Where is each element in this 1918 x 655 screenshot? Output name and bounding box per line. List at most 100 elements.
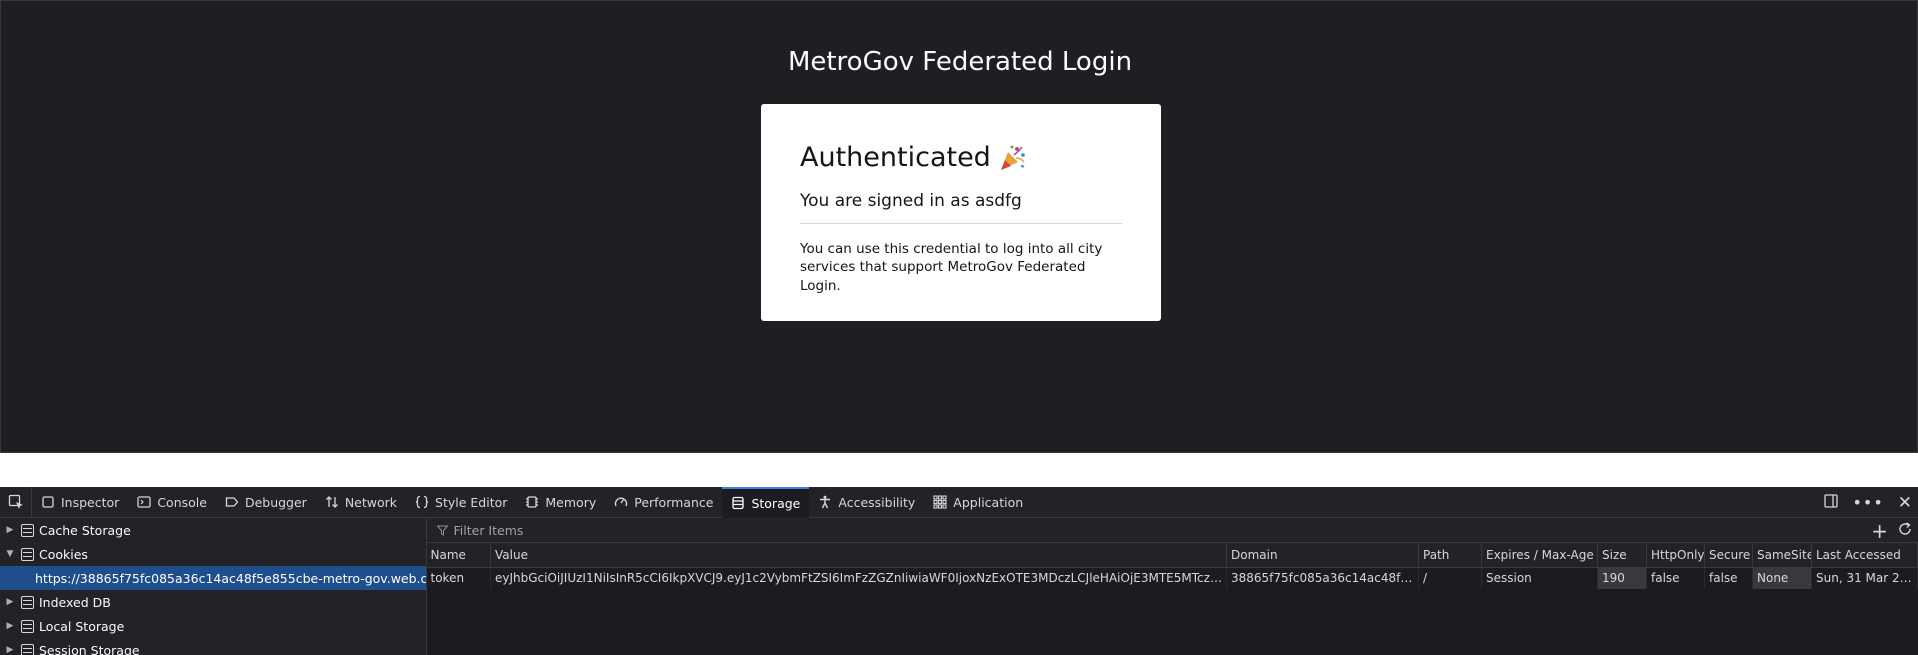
party-popper-icon (997, 143, 1027, 173)
column-header-domain[interactable]: Domain (1226, 543, 1419, 568)
sidebar-item-label: Session Storage (39, 642, 140, 655)
storage-icon (731, 496, 745, 510)
viewport-bottom-strip (0, 453, 1918, 487)
more-options-icon[interactable]: ••• (1852, 493, 1883, 512)
sidebar-item-cache-storage[interactable]: ▶ Cache Storage (0, 518, 426, 542)
sidebar-item-label: Cache Storage (39, 522, 131, 538)
tab-label: Debugger (244, 494, 307, 510)
tab-label: Accessibility (838, 494, 916, 510)
table-row[interactable]: token eyJhbGciOiJIUzI1NiIsInR5cCI6IkpXVC… (426, 567, 1918, 589)
tab-console[interactable]: Console (128, 487, 216, 518)
cell-samesite[interactable]: None (1752, 567, 1812, 589)
cell-last-accessed[interactable]: Sun, 31 Mar 2024 2... (1811, 567, 1918, 589)
application-icon (933, 495, 947, 509)
column-header-httponly[interactable]: HttpOnly (1646, 543, 1705, 568)
tab-label: Console (157, 494, 207, 510)
console-icon (137, 495, 151, 509)
column-header-path[interactable]: Path (1418, 543, 1482, 568)
storage-db-icon (21, 595, 34, 609)
column-header-expires[interactable]: Expires / Max-Age (1481, 543, 1598, 568)
card-divider (800, 223, 1122, 225)
close-devtools-icon[interactable]: ✕ (1898, 493, 1912, 513)
cell-name[interactable]: token (426, 567, 491, 589)
cell-path[interactable]: / (1418, 567, 1482, 589)
cell-secure[interactable]: false (1704, 567, 1753, 589)
tab-style-editor[interactable]: Style Editor (406, 487, 516, 518)
collapse-arrow-icon[interactable]: ▼ (4, 549, 16, 559)
signed-in-text: You are signed in as asdfg (800, 191, 1022, 212)
memory-icon (525, 495, 539, 509)
cookies-table: Name Value Domain Path Expires / Max-Age… (426, 543, 1918, 589)
tab-accessibility[interactable]: Accessibility (809, 487, 924, 518)
expand-arrow-icon[interactable]: ▶ (4, 597, 16, 607)
storage-db-icon (21, 643, 34, 655)
tab-network[interactable]: Network (316, 487, 406, 518)
storage-db-icon (21, 523, 34, 537)
tab-label: Application (953, 494, 1024, 510)
sidebar-item-indexed-db[interactable]: ▶ Indexed DB (0, 590, 426, 614)
accessibility-icon (818, 495, 832, 509)
site-title: MetroGov Federated Login (787, 47, 1133, 77)
auth-card: Authenticated You are signed in as asdfg… (761, 104, 1161, 321)
style-editor-icon (415, 495, 429, 509)
storage-table-panel: + Name Value Domain Path (426, 518, 1918, 655)
element-picker-icon (8, 494, 23, 509)
tab-label: Inspector (61, 494, 120, 510)
tab-application[interactable]: Application (924, 487, 1032, 518)
sidebar-item-cookies[interactable]: ▼ Cookies (0, 542, 426, 566)
column-header-secure[interactable]: Secure (1704, 543, 1753, 568)
tab-performance[interactable]: Performance (605, 487, 722, 518)
expand-arrow-icon[interactable]: ▶ (4, 621, 16, 631)
filter-bar-actions: + (1871, 518, 1912, 543)
column-header-value[interactable]: Value (490, 543, 1227, 568)
network-icon (325, 495, 339, 509)
card-heading-text: Authenticated (800, 142, 991, 173)
sidebar-item-local-storage[interactable]: ▶ Local Storage (0, 614, 426, 638)
dock-side-icon[interactable] (1824, 494, 1839, 511)
card-note: You can use this credential to log into … (800, 241, 1103, 294)
cell-value[interactable]: eyJhbGciOiJIUzI1NiIsInR5cCI6IkpXVCJ9.eyJ… (490, 567, 1227, 589)
storage-db-icon (21, 619, 34, 633)
tab-label: Style Editor (435, 494, 508, 510)
filter-items-input[interactable] (453, 522, 1754, 538)
tab-label: Memory (545, 494, 597, 510)
sidebar-item-label: https://38865f75fc085a36c14ac48f5e855cbe… (35, 570, 427, 586)
devtools-panel: Inspector Console Debugger Network Style Edi… (0, 486, 1918, 655)
storage-db-icon (21, 547, 34, 561)
tab-memory[interactable]: Memory (516, 487, 605, 518)
tab-inspector[interactable]: Inspector (32, 487, 128, 518)
debugger-icon (225, 495, 239, 509)
filter-icon (436, 525, 448, 536)
sidebar-item-session-storage[interactable]: ▶ Session Storage (0, 638, 426, 655)
devtools-toolbar: Inspector Console Debugger Network Style Edi… (0, 486, 1918, 518)
column-header-last-accessed[interactable]: Last Accessed (1811, 543, 1918, 568)
devtools-right-controls: ••• ✕ (1824, 487, 1912, 518)
tab-label: Storage (751, 495, 801, 511)
tab-label: Performance (634, 494, 714, 510)
column-header-size[interactable]: Size (1597, 543, 1647, 568)
column-header-name[interactable]: Name (426, 543, 491, 568)
expand-arrow-icon[interactable]: ▶ (4, 645, 16, 655)
storage-sidebar: ▶ Cache Storage ▼ Cookies https://38865f… (0, 518, 427, 655)
sidebar-item-label: Cookies (39, 546, 88, 562)
element-picker-button[interactable] (0, 486, 32, 518)
card-heading: Authenticated (800, 140, 1122, 175)
cell-expires[interactable]: Session (1481, 567, 1598, 589)
cell-domain[interactable]: 38865f75fc085a36c14ac48f5e855... (1226, 567, 1419, 589)
expand-arrow-icon[interactable]: ▶ (4, 525, 16, 535)
tab-debugger[interactable]: Debugger (216, 487, 316, 518)
add-item-icon[interactable]: + (1871, 519, 1888, 543)
sidebar-item-label: Local Storage (39, 618, 125, 634)
page-viewport: MetroGov Federated Login Authenticated Y… (0, 0, 1918, 453)
cell-size[interactable]: 190 (1597, 567, 1647, 589)
tab-storage[interactable]: Storage (722, 486, 810, 518)
sidebar-item-cookie-origin[interactable]: https://38865f75fc085a36c14ac48f5e855cbe… (0, 566, 426, 590)
inspector-icon (41, 495, 55, 509)
sidebar-item-label: Indexed DB (39, 594, 111, 610)
tab-label: Network (344, 494, 398, 510)
performance-icon (614, 495, 628, 509)
filter-bar: + (426, 518, 1918, 543)
column-header-samesite[interactable]: SameSite (1752, 543, 1812, 568)
cell-httponly[interactable]: false (1646, 567, 1705, 589)
refresh-icon[interactable] (1898, 521, 1912, 540)
